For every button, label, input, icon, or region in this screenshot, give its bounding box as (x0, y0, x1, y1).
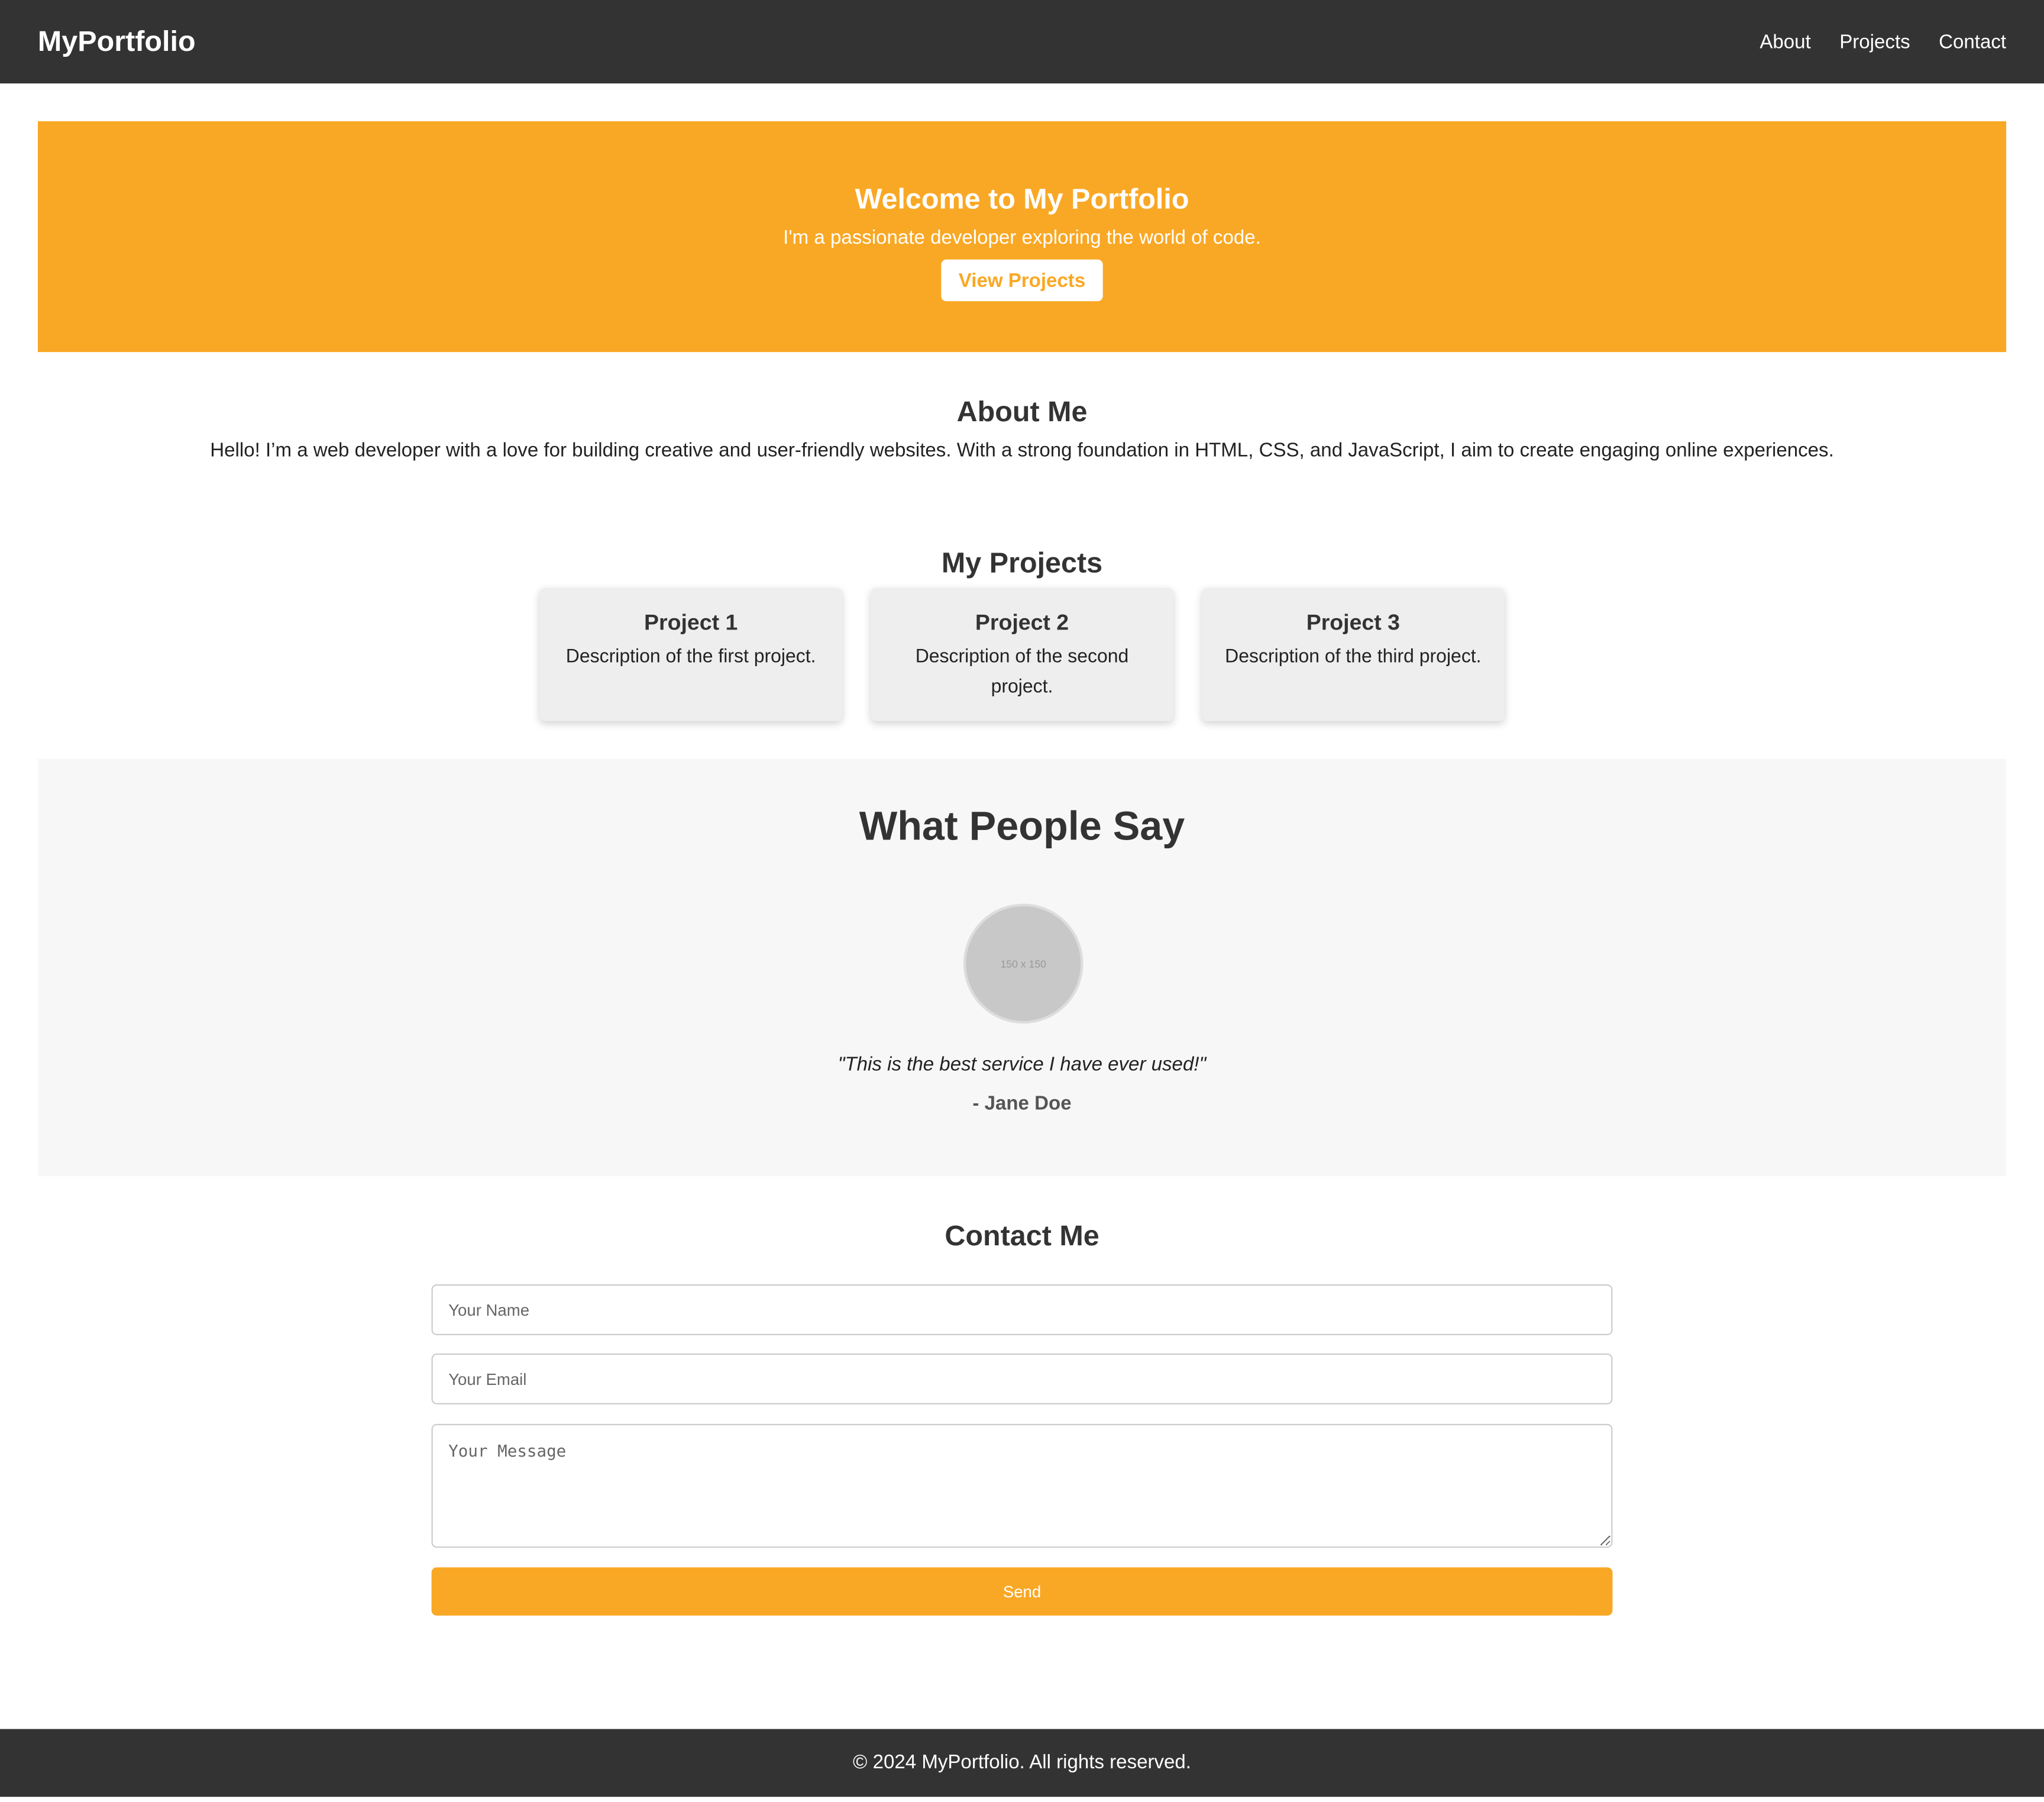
projects-title: My Projects (941, 546, 1103, 579)
project-card-title: Project 2 (975, 610, 1069, 635)
page: MyPortfolio About Projects Contact Welco… (0, 0, 2044, 1802)
nav-link-contact[interactable]: Contact (1939, 31, 2006, 53)
nav-link-about[interactable]: About (1760, 31, 1810, 53)
testimonial-author: - Jane Doe (972, 1093, 1072, 1115)
about-title: About Me (956, 395, 1088, 428)
project-card-title: Project 1 (644, 610, 738, 635)
main-nav: About Projects Contact (1760, 0, 2006, 83)
about-text: Hello! I’m a web developer with a love f… (210, 439, 1834, 462)
testimonial-quote: "This is the best service I have ever us… (837, 1053, 1207, 1076)
footer-copyright: © 2024 MyPortfolio. All rights reserved. (853, 1751, 1191, 1774)
top-navbar: MyPortfolio About Projects Contact (0, 0, 2044, 84)
project-card-description: Description of the first project. (565, 647, 816, 668)
hero-subtitle: I'm a passionate developer exploring the… (783, 227, 1261, 249)
footer: © 2024 MyPortfolio. All rights reserved. (0, 1729, 2044, 1797)
contact-title: Contact Me (945, 1219, 1099, 1252)
brand-logo[interactable]: MyPortfolio (38, 0, 196, 83)
project-card[interactable]: Project 2 Description of the second proj… (871, 588, 1173, 721)
email-input[interactable] (431, 1353, 1613, 1404)
nav-link-projects[interactable]: Projects (1839, 31, 1910, 53)
project-card[interactable]: Project 3 Description of the third proje… (1202, 588, 1505, 721)
hero-banner: Welcome to My Portfolio I'm a passionate… (37, 121, 2007, 353)
testimonials-section: What People Say 150 x 150 "This is the b… (37, 758, 2007, 1177)
avatar: 150 x 150 (963, 903, 1084, 1024)
avatar-placeholder-label: 150 x 150 (1000, 957, 1046, 970)
message-textarea[interactable] (431, 1423, 1613, 1548)
hero-title: Welcome to My Portfolio (855, 182, 1189, 215)
name-input[interactable] (431, 1284, 1613, 1335)
view-projects-button[interactable]: View Projects (941, 259, 1103, 302)
project-card-description: Description of the third project. (1225, 647, 1482, 668)
project-cards: Project 1 Description of the first proje… (539, 588, 1505, 721)
testimonials-title: What People Say (859, 803, 1185, 849)
project-card[interactable]: Project 1 Description of the first proje… (539, 588, 842, 721)
send-button[interactable]: Send (431, 1567, 1613, 1616)
project-card-title: Project 3 (1306, 610, 1400, 635)
project-card-description: Description of the second project. (915, 647, 1129, 698)
